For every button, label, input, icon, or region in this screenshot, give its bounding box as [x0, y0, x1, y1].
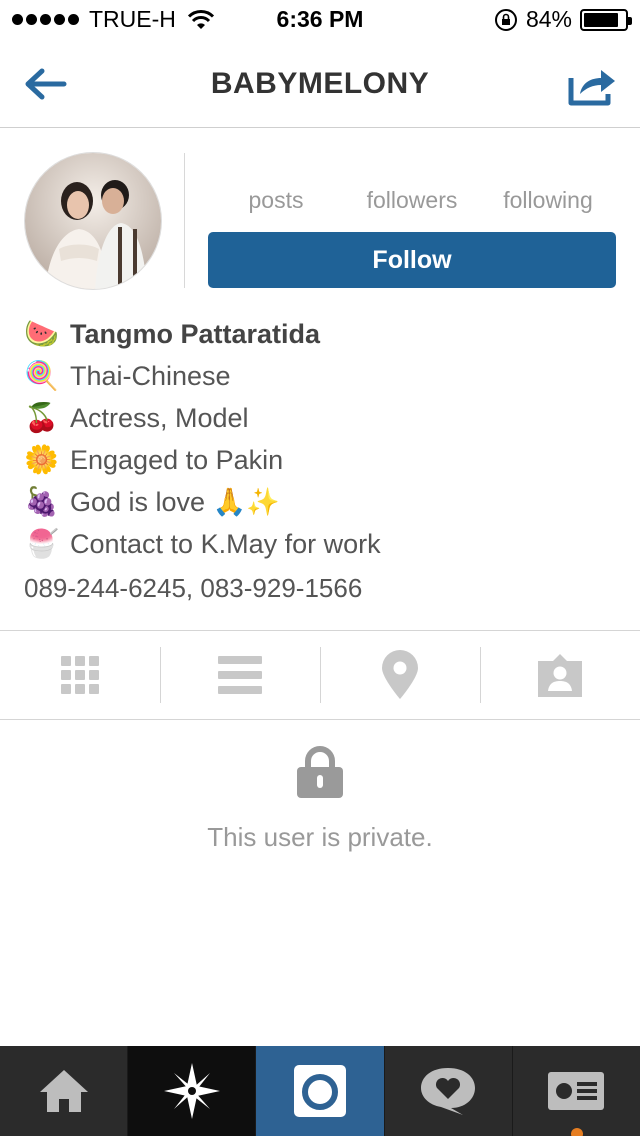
lock-icon [297, 746, 343, 798]
share-icon[interactable] [568, 64, 618, 106]
bio-line: 🍭 Thai-Chinese [24, 355, 624, 397]
bio-line: 🌼 Engaged to Pakin [24, 439, 624, 481]
battery-percent: 84% [525, 6, 572, 32]
tab-explore[interactable] [128, 1046, 257, 1136]
tab-profile[interactable] [513, 1046, 640, 1136]
lollipop-icon: 🍭 [24, 359, 59, 392]
list-icon [218, 656, 262, 694]
tab-camera[interactable] [256, 1046, 385, 1136]
tab-tagged[interactable] [480, 631, 640, 719]
bottom-tab-bar [0, 1046, 640, 1136]
tab-activity[interactable] [385, 1046, 513, 1136]
flower-icon: 🌼 [24, 443, 59, 476]
battery-icon [580, 8, 632, 31]
profile-bio: 🍉 Tangmo Pattaratida 🍭 Thai-Chinese 🍒 Ac… [24, 313, 624, 609]
tab-grid[interactable] [0, 631, 160, 719]
orientation-lock-icon [494, 8, 517, 31]
profile-icon [548, 1072, 605, 1110]
profile-stats: posts followers following [208, 187, 616, 214]
page-title: BABYMELONY [210, 67, 430, 100]
explore-icon [163, 1063, 220, 1119]
private-message: This user is private. [207, 822, 433, 852]
grapes-icon: 🍇 [24, 485, 59, 518]
avatar-photo [25, 153, 161, 289]
follow-button[interactable]: Follow [208, 232, 616, 288]
tagged-photos-icon [538, 654, 582, 697]
bio-text: Actress, Model [70, 402, 249, 433]
tab-home[interactable] [0, 1046, 129, 1136]
following-stat[interactable]: following [480, 187, 616, 214]
profile-header: posts followers following Follow [0, 129, 640, 309]
watermelon-icon: 🍉 [24, 317, 59, 350]
bio-phone-numbers: 089-244-6245, 083-929-1566 [24, 572, 363, 603]
followers-stat[interactable]: followers [344, 187, 480, 214]
bio-text: Thai-Chinese [70, 360, 231, 391]
activity-icon [421, 1068, 476, 1115]
battery-fill [584, 12, 618, 27]
bio-line: 🍒 Actress, Model [24, 397, 624, 439]
nav-bar: BABYMELONY [0, 40, 640, 128]
tab-map[interactable] [320, 631, 480, 719]
bio-text: God is love 🙏✨ [70, 487, 280, 517]
cherries-icon: 🍒 [24, 401, 59, 434]
shaved-ice-icon: 🍧 [24, 527, 59, 560]
posts-stat[interactable]: posts [208, 187, 344, 214]
header-divider [184, 153, 185, 288]
home-icon [39, 1070, 88, 1112]
bio-line: 🍇 God is love 🙏✨ [24, 481, 624, 523]
bio-text: Engaged to Pakin [70, 444, 284, 475]
bio-text: Contact to K.May for work [70, 528, 381, 559]
avatar [24, 152, 162, 290]
tab-list[interactable] [160, 631, 320, 719]
full-name: Tangmo Pattaratida [70, 318, 321, 349]
grid-icon [61, 656, 99, 694]
camera-icon [294, 1065, 346, 1117]
status-right: 84% [494, 6, 632, 33]
profile-view-tabs [0, 630, 640, 720]
status-bar: TRUE-H 6:36 PM 84% [0, 0, 640, 40]
bio-line: 🍧 Contact to K.May for work [24, 523, 624, 565]
bio-line: 🍉 Tangmo Pattaratida [24, 313, 624, 355]
private-notice: This user is private. [0, 745, 640, 853]
location-pin-icon [382, 650, 418, 699]
notification-dot [570, 1128, 583, 1136]
